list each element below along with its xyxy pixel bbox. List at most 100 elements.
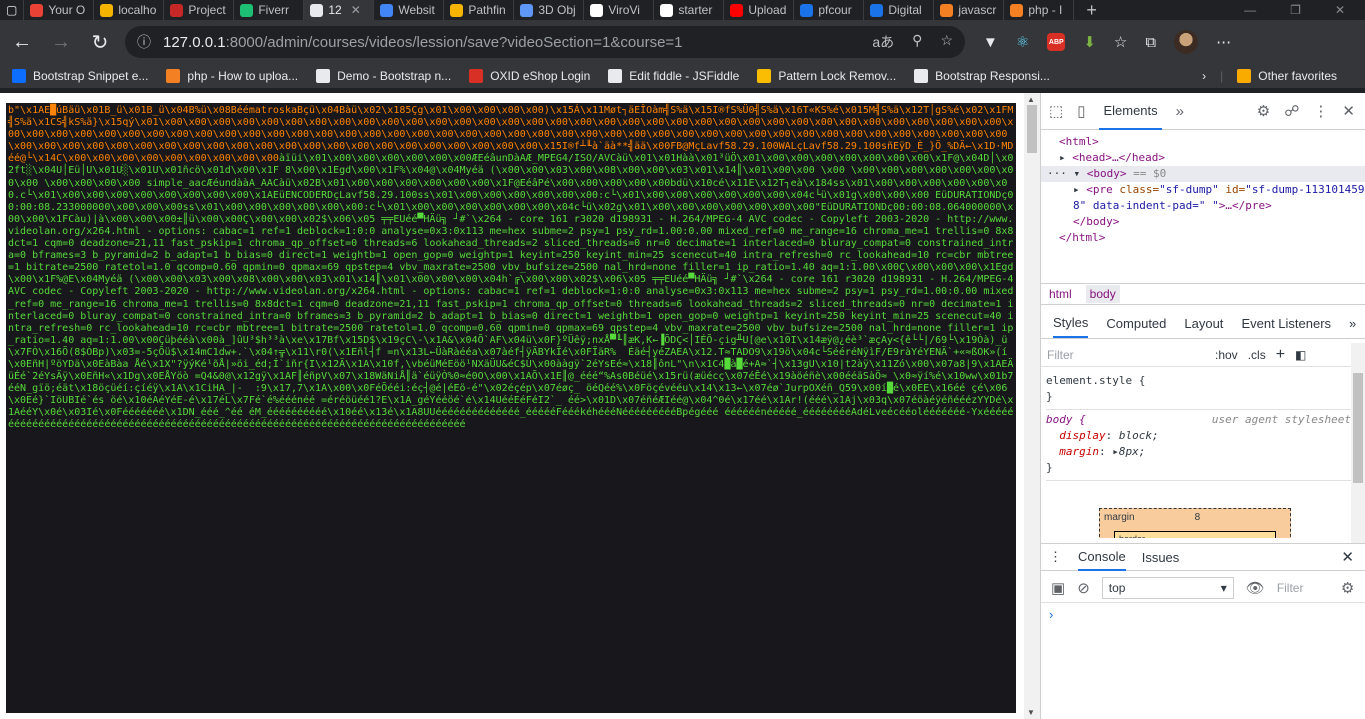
browser-tab[interactable]: Digital xyxy=(864,0,935,20)
clear-console-icon[interactable]: ⊘ xyxy=(1077,579,1090,597)
console-filter-input[interactable]: Filter xyxy=(1277,581,1329,595)
close-tab-icon[interactable]: ✕ xyxy=(351,3,361,17)
tab-styles[interactable]: Styles xyxy=(1053,309,1089,338)
crumb-body[interactable]: body xyxy=(1085,285,1120,303)
browser-tab[interactable]: localho xyxy=(94,0,165,20)
favorites-icon[interactable]: ☆ xyxy=(1114,33,1127,51)
collections-icon[interactable]: ⧉ xyxy=(1145,34,1156,51)
bookmark-item[interactable]: php - How to uploa... xyxy=(166,69,298,83)
tab-computed[interactable]: Computed xyxy=(1106,316,1166,331)
tab-console[interactable]: Console xyxy=(1078,544,1126,571)
scroll-up-icon[interactable]: ▲ xyxy=(1027,95,1035,104)
tab-favicon-icon xyxy=(100,3,114,17)
settings-gear-icon[interactable]: ⚙ xyxy=(1257,102,1270,120)
browser-tab[interactable]: 3D Obj xyxy=(514,0,585,20)
add-favorite-icon[interactable]: ☆ xyxy=(940,32,953,52)
address-bar[interactable]: ⓘ 127.0.0.1:8000/admin/courses/videos/le… xyxy=(125,26,965,58)
hov-toggle[interactable]: :hov xyxy=(1215,348,1238,362)
drawer-tabbar: ⋮ Console Issues ✕ xyxy=(1041,543,1365,571)
close-window-icon[interactable]: ✕ xyxy=(1335,3,1345,17)
more-tabs-icon[interactable]: » xyxy=(1176,103,1184,120)
dom-body-close[interactable]: </body> xyxy=(1059,214,1365,230)
close-devtools-icon[interactable]: ✕ xyxy=(1342,102,1355,120)
adblock-icon[interactable]: ABP xyxy=(1047,33,1066,51)
zoom-icon[interactable]: ⚲ xyxy=(912,32,922,52)
scroll-thumb[interactable] xyxy=(1027,105,1037,153)
browser-tab[interactable]: Your O xyxy=(24,0,95,20)
browser-tab[interactable]: javascr xyxy=(934,0,1005,20)
dom-html-close[interactable]: </html> xyxy=(1059,230,1365,246)
tab-title: starter xyxy=(678,3,713,17)
context-select[interactable]: top ▾ xyxy=(1101,576,1234,599)
live-expression-eye-icon[interactable]: 👁 xyxy=(1246,579,1265,597)
cls-toggle[interactable]: .cls xyxy=(1248,348,1266,362)
crumb-html[interactable]: html xyxy=(1049,287,1072,301)
console-prompt[interactable]: › xyxy=(1049,607,1053,622)
other-favorites[interactable]: Other favorites xyxy=(1237,69,1337,83)
chevron-down-icon: ▾ xyxy=(1220,580,1227,595)
box-model-border[interactable]: border xyxy=(1114,531,1276,538)
page-scrollbar[interactable]: ▲ ▼ xyxy=(1024,93,1040,719)
dom-body-row[interactable]: ··· ▾ <body> == $0 xyxy=(1041,166,1365,182)
styles-filter-row: Filter :hov .cls + ◧ xyxy=(1041,343,1351,367)
tab-event-listeners[interactable]: Event Listeners xyxy=(1241,316,1331,331)
browser-tab[interactable]: Upload xyxy=(724,0,795,20)
browser-tab[interactable]: starter xyxy=(654,0,725,20)
reload-button[interactable]: ↻ xyxy=(83,25,117,59)
styles-scrollbar[interactable] xyxy=(1351,343,1365,543)
bookmark-item[interactable]: Edit fiddle - JSFiddle xyxy=(608,69,739,83)
dom-html-open[interactable]: <html> xyxy=(1059,134,1365,150)
site-info-icon[interactable]: ⓘ xyxy=(137,32,151,52)
tab-layout[interactable]: Layout xyxy=(1184,316,1223,331)
new-tab-button[interactable]: + xyxy=(1074,0,1109,21)
toggle-sidebar-icon[interactable]: ◧ xyxy=(1295,348,1306,362)
device-toolbar-icon[interactable]: ▯ xyxy=(1077,102,1085,120)
connections-icon[interactable]: ☍ xyxy=(1284,102,1299,120)
browser-tab[interactable]: php - I xyxy=(1004,0,1075,20)
console-settings-icon[interactable]: ⚙ xyxy=(1341,579,1354,597)
browser-tab[interactable]: Project xyxy=(164,0,235,20)
inspect-element-icon[interactable]: ⬚ xyxy=(1049,102,1063,120)
element-style-rule[interactable]: element.style {} xyxy=(1046,371,1351,410)
more-menu-icon[interactable]: ⋯ xyxy=(1216,33,1231,51)
styles-scroll-thumb[interactable] xyxy=(1353,373,1363,483)
new-rule-icon[interactable]: + xyxy=(1276,346,1285,364)
extension-v-icon[interactable]: ▼ xyxy=(983,34,998,51)
dom-head[interactable]: ▸ <head>…</head> xyxy=(1059,150,1365,166)
box-model-margin[interactable]: margin8 border xyxy=(1099,508,1291,538)
browser-tab[interactable]: pfcour xyxy=(794,0,865,20)
minimize-icon[interactable]: — xyxy=(1244,3,1256,17)
bookmark-item[interactable]: Demo - Bootstrap n... xyxy=(316,69,451,83)
browser-tab[interactable]: Fiverr xyxy=(234,0,305,20)
more-style-tabs-icon[interactable]: » xyxy=(1349,316,1356,331)
back-button[interactable]: ← xyxy=(5,25,39,59)
devtools-menu-icon[interactable]: ⋮ xyxy=(1313,102,1328,120)
bookmark-label: Pattern Lock Remov... xyxy=(778,69,897,83)
bookmark-item[interactable]: Bootstrap Responsi... xyxy=(914,69,1050,83)
dom-pre[interactable]: ▸ <pre class="sf-dump" id="sf-dump-11310… xyxy=(1059,182,1365,214)
profile-avatar[interactable] xyxy=(1174,30,1199,54)
drawer-menu-icon[interactable]: ⋮ xyxy=(1049,549,1062,565)
maximize-icon[interactable]: ❐ xyxy=(1290,3,1301,17)
bookmarks-overflow-icon[interactable]: › xyxy=(1202,69,1206,83)
tab-issues[interactable]: Issues xyxy=(1142,550,1180,565)
bookmark-item[interactable]: Bootstrap Snippet e... xyxy=(12,69,148,83)
read-aloud-icon[interactable]: aあ xyxy=(872,32,894,52)
tab-elements[interactable]: Elements xyxy=(1099,93,1162,130)
browser-tab[interactable]: ViroVi xyxy=(584,0,655,20)
styles-filter-input[interactable]: Filter xyxy=(1047,348,1205,362)
window-controls: — ❐ ✕ xyxy=(1244,3,1365,17)
forward-button[interactable]: → xyxy=(44,25,78,59)
close-drawer-icon[interactable]: ✕ xyxy=(1341,548,1354,566)
browser-tab[interactable]: Pathfin xyxy=(444,0,515,20)
react-devtools-icon[interactable]: ⚛ xyxy=(1016,33,1029,51)
bookmark-item[interactable]: OXID eShop Login xyxy=(469,69,590,83)
tab-actions[interactable]: ▢ xyxy=(0,0,25,20)
browser-tab[interactable]: 12 ✕ xyxy=(304,0,375,20)
browser-tab[interactable]: Websit xyxy=(374,0,445,20)
bookmark-item[interactable]: Pattern Lock Remov... xyxy=(757,69,896,83)
download-extension-icon[interactable]: ⬇ xyxy=(1083,33,1096,51)
styles-tabbar: Styles Computed Layout Event Listeners » xyxy=(1041,309,1365,339)
scroll-down-icon[interactable]: ▼ xyxy=(1027,708,1035,717)
console-sidebar-icon[interactable]: ▣ xyxy=(1051,579,1065,597)
